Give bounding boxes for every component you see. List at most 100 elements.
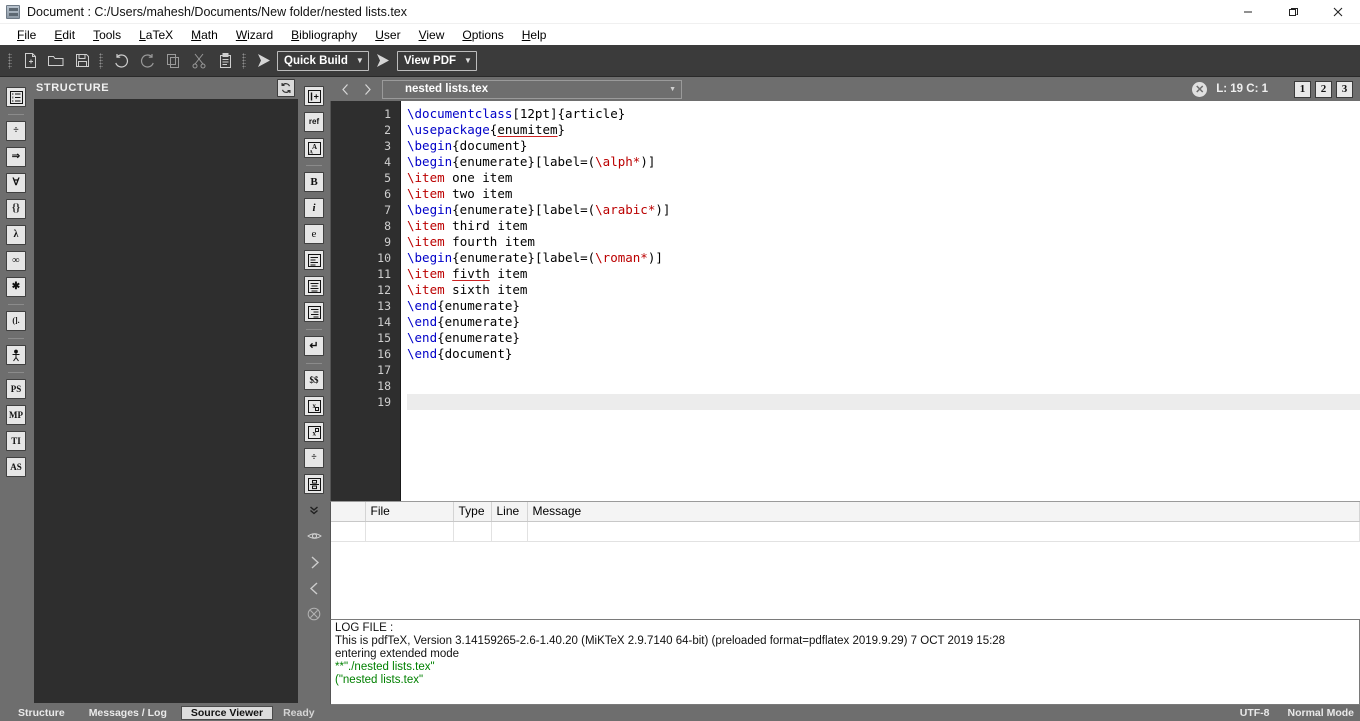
statusbar-tab-structure[interactable]: Structure [8, 706, 75, 720]
code-line[interactable]: \begin{document} [407, 138, 1360, 154]
fraction-icon[interactable]: ÷ [304, 448, 324, 468]
code-line[interactable] [407, 362, 1360, 378]
error-indicator-icon[interactable]: ✕ [1192, 81, 1208, 97]
build-profile-combo[interactable]: Quick Build ▼ [277, 50, 369, 71]
code-line[interactable]: \begin{enumerate}[label=(\alph*)] [407, 154, 1360, 170]
code-line[interactable]: \end{enumerate} [407, 330, 1360, 346]
code-line[interactable]: \end{enumerate} [407, 298, 1360, 314]
code-line[interactable]: \begin{enumerate}[label=(\roman*)] [407, 250, 1360, 266]
run-triangle-icon[interactable] [251, 49, 275, 73]
postscript-icon[interactable]: PS [6, 379, 26, 399]
code-line[interactable]: \item fivth item [407, 266, 1360, 282]
col-icon-header[interactable] [331, 502, 366, 522]
close-preview-icon[interactable] [304, 604, 324, 624]
binom-icon[interactable] [304, 474, 324, 494]
stars-symbols-icon[interactable]: ✱ [6, 277, 26, 297]
code-editor[interactable]: 1 2 3 4 5 6 7 8 9 10 11 12 13 14 15 16 17 18 19 \documentc… [330, 101, 1360, 501]
logic-symbols-icon[interactable]: ∀ [6, 173, 26, 193]
menu-math[interactable]: Math [182, 26, 227, 44]
superscript-icon[interactable]: x [304, 422, 324, 442]
code-line[interactable]: \end{document} [407, 346, 1360, 362]
undo-icon[interactable] [108, 48, 134, 74]
close-icon[interactable] [1315, 0, 1360, 24]
code-text-area[interactable]: \documentclass[12pt]{article} \usepackage… [401, 101, 1360, 501]
statusbar-tab-source-viewer[interactable]: Source Viewer [180, 706, 274, 720]
more-arrows-icon[interactable] [304, 500, 324, 520]
emphasis-icon[interactable]: e [304, 224, 324, 244]
edit-mode-label[interactable]: Normal Mode [1287, 707, 1354, 719]
cut-icon[interactable] [186, 48, 212, 74]
code-line[interactable]: \item fourth item [407, 234, 1360, 250]
tikz-icon[interactable]: TI [6, 431, 26, 451]
greek-letters-icon[interactable]: λ [6, 225, 26, 245]
menu-user[interactable]: User [366, 26, 409, 44]
previous-icon[interactable] [304, 578, 324, 598]
col-file-header[interactable]: File [365, 502, 454, 522]
minimize-icon[interactable] [1225, 0, 1270, 24]
menu-latex[interactable]: LaTeX [130, 26, 182, 44]
restore-icon[interactable] [1270, 0, 1315, 24]
toolbar-grip-2[interactable] [98, 52, 105, 70]
encoding-label[interactable]: UTF-8 [1240, 707, 1270, 719]
bold-icon[interactable]: B [304, 172, 324, 192]
menu-bibliography[interactable]: Bibliography [282, 26, 366, 44]
view-pdf-combo[interactable]: View PDF ▼ [396, 50, 477, 71]
italic-icon[interactable]: i [304, 198, 324, 218]
view-mode-1-button[interactable]: 1 [1294, 80, 1311, 98]
structure-tree[interactable] [34, 99, 298, 703]
structure-list-icon[interactable] [6, 87, 26, 107]
delimiters-icon[interactable]: {} [6, 199, 26, 219]
align-right-icon[interactable] [304, 302, 324, 322]
new-file-icon[interactable] [17, 48, 43, 74]
code-line[interactable] [407, 394, 1360, 410]
menu-help[interactable]: Help [513, 26, 556, 44]
preview-eye-icon[interactable] [304, 526, 324, 546]
current-file-combo[interactable]: nested lists.tex ▼ [382, 79, 682, 99]
code-line[interactable]: \begin{enumerate}[label=(\arabic*)] [407, 202, 1360, 218]
paste-icon[interactable] [212, 48, 238, 74]
copy-icon[interactable] [160, 48, 186, 74]
view-mode-3-button[interactable]: 3 [1336, 80, 1353, 98]
code-line[interactable]: \end{enumerate} [407, 314, 1360, 330]
code-line[interactable]: \item sixth item [407, 282, 1360, 298]
subscript-icon[interactable]: x [304, 396, 324, 416]
math-inline-icon[interactable]: $$ [304, 370, 324, 390]
menu-view[interactable]: View [410, 26, 454, 44]
code-line[interactable]: \documentclass[12pt]{article} [407, 106, 1360, 122]
col-type-header[interactable]: Type [453, 502, 492, 522]
align-center-icon[interactable] [304, 276, 324, 296]
col-line-header[interactable]: Line [491, 502, 528, 522]
symbols-user-icon[interactable] [6, 345, 26, 365]
menu-options[interactable]: Options [453, 26, 512, 44]
code-line[interactable]: \item one item [407, 170, 1360, 186]
statusbar-tab-messages-log[interactable]: Messages / Log [78, 706, 177, 720]
code-line[interactable] [407, 378, 1360, 394]
insert-ref-icon[interactable]: ref [304, 112, 324, 132]
next-icon[interactable] [304, 552, 324, 572]
chevron-right-icon[interactable] [356, 78, 378, 100]
toolbar-grip-3[interactable] [241, 52, 248, 70]
log-output-panel[interactable]: LOG FILE : This is pdfTeX, Version 3.1415… [330, 619, 1360, 705]
refresh-icon[interactable] [277, 79, 295, 97]
newline-icon[interactable]: ↵ [304, 336, 324, 356]
math-operators-icon[interactable]: ÷ [6, 121, 26, 141]
table-row[interactable] [331, 521, 1360, 542]
font-size-icon[interactable]: A A [304, 138, 324, 158]
misc-symbols-icon[interactable]: ∞ [6, 251, 26, 271]
brackets-icon[interactable]: (]. [6, 311, 26, 331]
toolbar-grip[interactable] [7, 52, 14, 70]
menu-tools[interactable]: Tools [84, 26, 130, 44]
align-left-icon[interactable] [304, 250, 324, 270]
menu-wizard[interactable]: Wizard [227, 26, 282, 44]
arrows-icon[interactable]: ⇒ [6, 147, 26, 167]
menu-edit[interactable]: Edit [45, 26, 84, 44]
chevron-left-icon[interactable] [334, 78, 356, 100]
open-file-icon[interactable] [43, 48, 69, 74]
view-mode-2-button[interactable]: 2 [1315, 80, 1332, 98]
code-line[interactable]: \item two item [407, 186, 1360, 202]
asymptote-icon[interactable]: AS [6, 457, 26, 477]
insert-section-icon[interactable] [304, 86, 324, 106]
run-triangle-icon-2[interactable] [371, 49, 395, 73]
code-line[interactable]: \usepackage{enumitem} [407, 122, 1360, 138]
col-message-header[interactable]: Message [527, 502, 1360, 522]
